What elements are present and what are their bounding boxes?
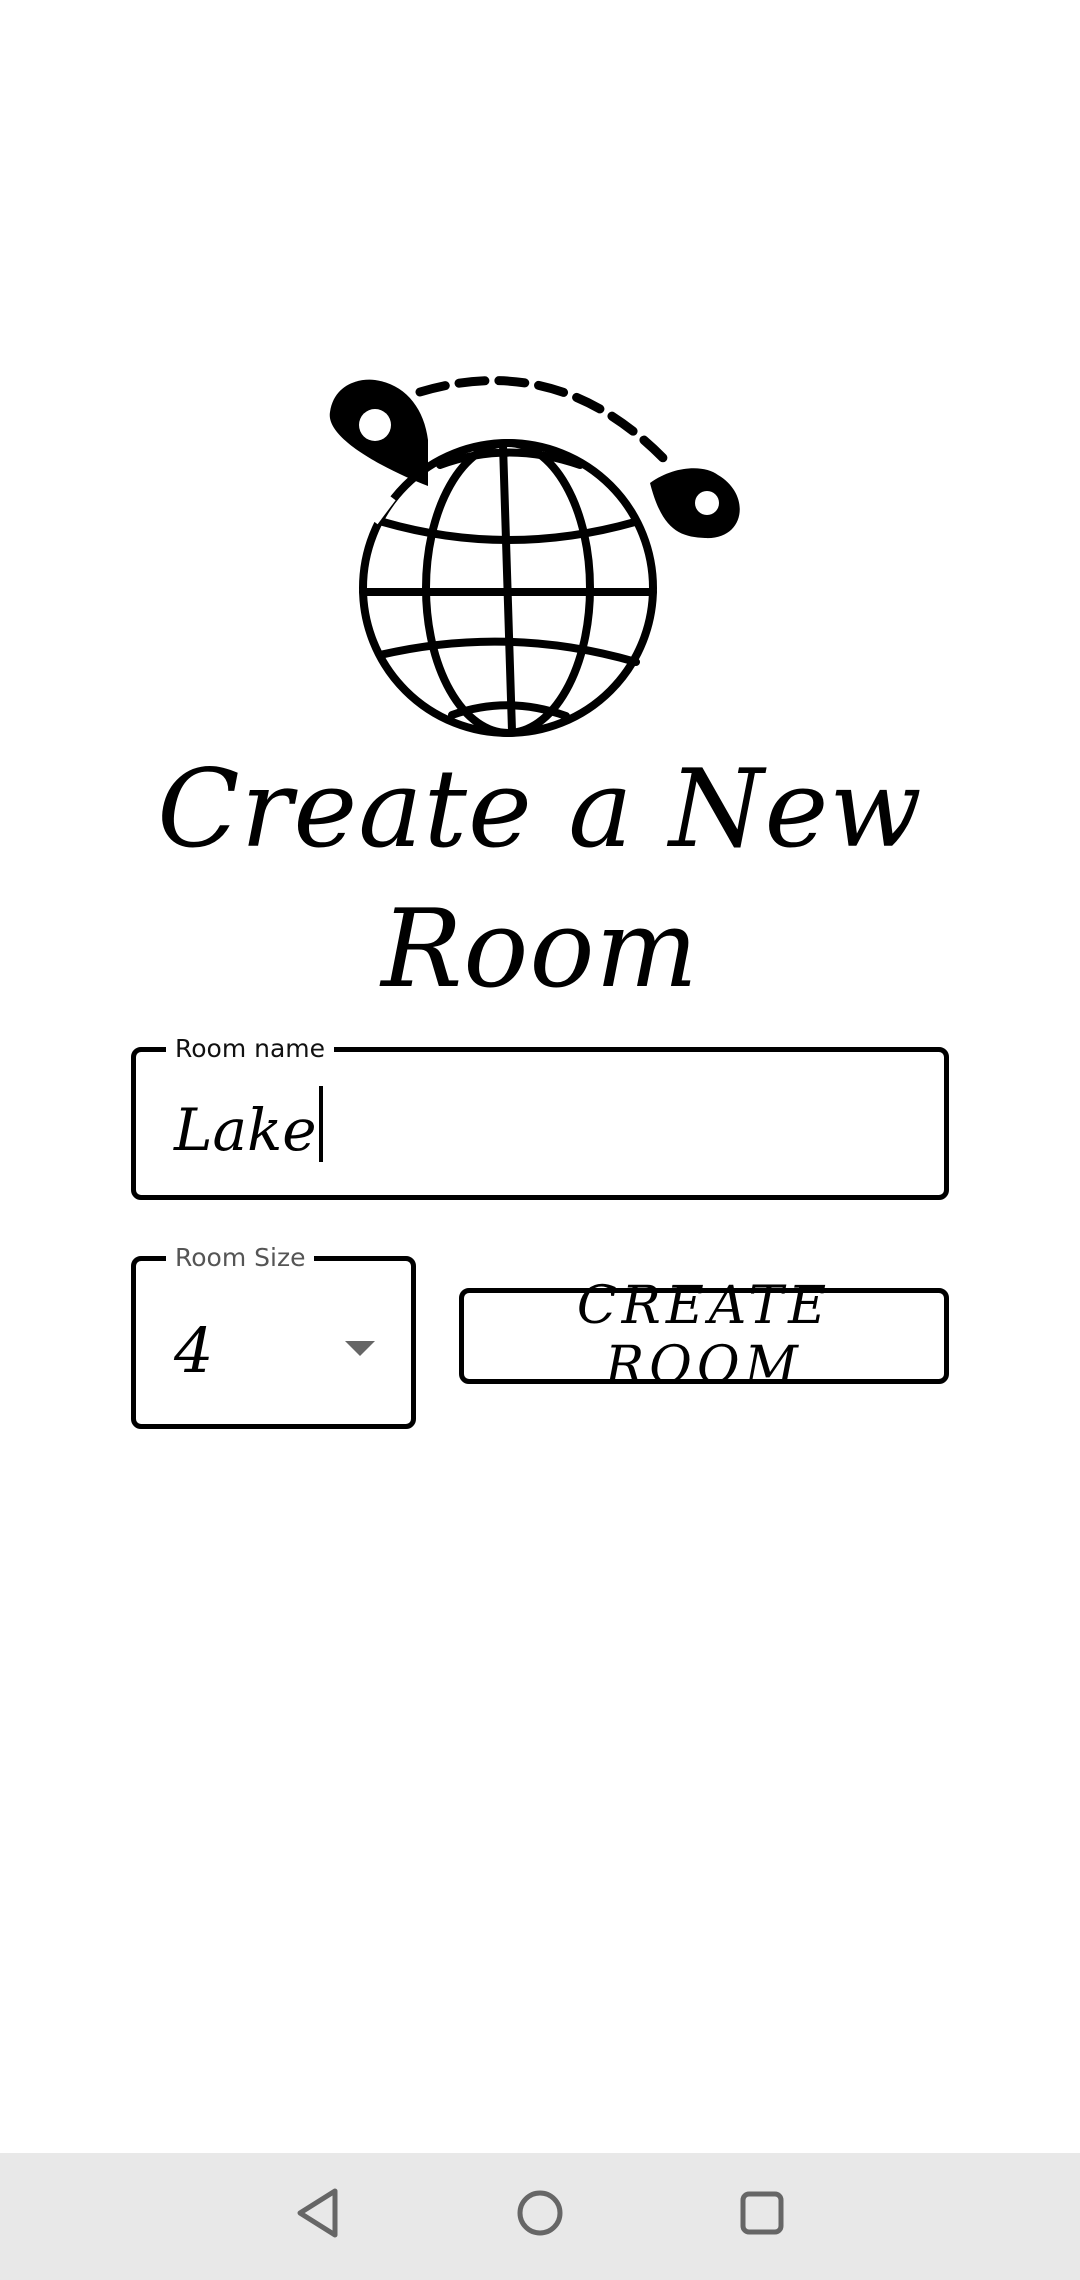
home-circle-icon xyxy=(517,2190,563,2236)
create-room-button[interactable]: CREATE ROOM xyxy=(459,1276,949,1396)
room-size-select[interactable]: Room Size 4 xyxy=(131,1243,416,1429)
globe-logo-icon xyxy=(329,376,740,737)
room-name-input[interactable]: Lake xyxy=(174,1086,323,1170)
text-cursor xyxy=(318,1086,323,1162)
recents-button[interactable] xyxy=(722,2173,802,2253)
system-nav-bar xyxy=(0,2153,1080,2280)
room-name-field[interactable]: Room name Lake xyxy=(131,1034,949,1200)
room-size-value: 4 xyxy=(174,1314,214,1387)
room-name-label: Room name xyxy=(166,1034,335,1064)
room-name-value: Lake xyxy=(174,1096,317,1164)
page-title: Create a New Room xyxy=(157,747,923,1012)
recents-square-icon xyxy=(740,2191,784,2235)
back-triangle-icon xyxy=(297,2188,338,2238)
back-button[interactable] xyxy=(280,2173,360,2253)
room-size-label: Room Size xyxy=(166,1243,315,1273)
home-button[interactable] xyxy=(500,2173,580,2253)
caret-down-icon[interactable] xyxy=(345,1341,375,1356)
